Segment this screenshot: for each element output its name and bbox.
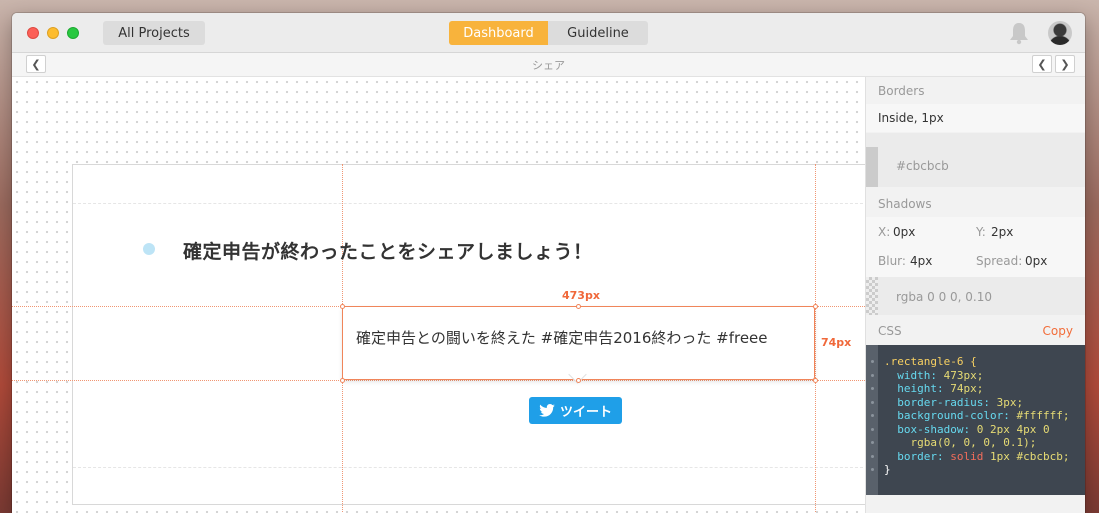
resize-handle[interactable] bbox=[576, 304, 581, 309]
code-line: background-color: #ffffff; bbox=[866, 409, 1085, 423]
code-line: rgba(0, 0, 0, 0.1); bbox=[866, 436, 1085, 450]
code-prop: height: bbox=[897, 382, 944, 395]
shadow-y-value[interactable]: 2px bbox=[991, 225, 1013, 239]
code-line: } bbox=[866, 463, 1085, 477]
view-switcher: Dashboard Guideline bbox=[449, 21, 648, 45]
shadows-header: Shadows bbox=[878, 197, 932, 211]
css-header: CSS bbox=[878, 324, 902, 338]
code-val: 3px; bbox=[996, 395, 1024, 409]
border-color-row: #cbcbcb bbox=[866, 133, 1085, 187]
tweet-text-box[interactable]: 確定申告との闘いを終えた #確定申告2016終わった #freee bbox=[342, 306, 815, 384]
tweet-button[interactable]: ツイート bbox=[529, 397, 622, 424]
shadow-blur-label: Blur: bbox=[878, 254, 906, 268]
shadow-spread-label: Spread: bbox=[976, 254, 1023, 268]
code-line: border-radius: 3px; bbox=[866, 396, 1085, 410]
borders-row: Inside, 1px bbox=[866, 104, 1085, 132]
code-val: #ffffff; bbox=[1016, 409, 1070, 422]
tweet-button-label: ツイート bbox=[559, 405, 612, 420]
border-color-value[interactable]: #cbcbcb bbox=[896, 159, 949, 173]
minimize-window-button[interactable] bbox=[47, 27, 59, 39]
resize-handle[interactable] bbox=[813, 378, 818, 383]
code-prop: background-color: bbox=[897, 409, 1010, 422]
shadow-y-label: Y: bbox=[976, 225, 986, 239]
shadow-color-row: rgba 0 0 0, 0.10 bbox=[866, 277, 1085, 315]
code-line: border: solid 1px #cbcbcb; bbox=[866, 450, 1085, 464]
css-code-block[interactable]: .rectangle-6 { width: 473px; height: 74p… bbox=[866, 345, 1085, 495]
artboard-title: シェア bbox=[532, 59, 565, 72]
copy-css-button[interactable]: Copy bbox=[1043, 324, 1073, 338]
code-val: 473px; bbox=[943, 368, 984, 382]
next-artboard-button[interactable]: ❯ bbox=[1055, 55, 1075, 73]
maximize-window-button[interactable] bbox=[67, 27, 79, 39]
code-selector: .rectangle-6 { bbox=[884, 355, 977, 368]
shadow-color-swatch bbox=[866, 277, 878, 315]
code-brace: } bbox=[884, 463, 891, 476]
design-canvas[interactable]: 確定申告が終わったことをシェアしましょう！ 473px 74px 確定申告との闘… bbox=[12, 77, 865, 513]
code-line: .rectangle-6 { bbox=[866, 355, 1085, 369]
title-bar: All Projects Dashboard Guideline bbox=[12, 13, 1085, 53]
code-val: 74px; bbox=[950, 382, 984, 395]
code-keyword: solid bbox=[950, 449, 984, 463]
resize-handle[interactable] bbox=[340, 304, 345, 309]
code-prop: border: bbox=[897, 449, 944, 463]
close-window-button[interactable] bbox=[27, 27, 39, 39]
width-measurement: 473px bbox=[562, 289, 600, 302]
chevron-right-icon: ❯ bbox=[1060, 57, 1070, 71]
divider bbox=[73, 467, 865, 468]
tweet-text: 確定申告との闘いを終えた #確定申告2016終わった #freee bbox=[356, 329, 768, 347]
chevron-left-icon: ❮ bbox=[1037, 57, 1047, 71]
guide-line bbox=[815, 164, 816, 513]
inspector-panel: Borders Inside, 1px #cbcbcb Shadows X: 0… bbox=[865, 77, 1085, 513]
borders-header: Borders bbox=[878, 84, 925, 98]
code-line: box-shadow: 0 2px 4px 0 bbox=[866, 423, 1085, 437]
code-line: height: 74px; bbox=[866, 382, 1085, 396]
shadow-color-value[interactable]: rgba 0 0 0, 0.10 bbox=[896, 290, 992, 304]
shadow-blur-value[interactable]: 4px bbox=[910, 254, 932, 268]
tab-guideline[interactable]: Guideline bbox=[548, 21, 648, 45]
twitter-bird-icon bbox=[539, 404, 555, 417]
border-color-swatch bbox=[866, 147, 878, 187]
code-val: rgba(0, 0, 0, 0.1); bbox=[910, 436, 1037, 449]
guide-line bbox=[12, 380, 865, 381]
resize-handle[interactable] bbox=[576, 378, 581, 383]
code-line: width: 473px; bbox=[866, 369, 1085, 383]
share-headline[interactable]: 確定申告が終わったことをシェアしましょう！ bbox=[183, 237, 593, 264]
shadow-spread-value[interactable]: 0px bbox=[1025, 254, 1047, 268]
code-val: 1px #cbcbcb; bbox=[989, 449, 1070, 463]
height-measurement: 74px bbox=[821, 336, 852, 349]
artboard-nav-bar: ❮ シェア ❮ ❯ bbox=[12, 53, 1085, 77]
all-projects-button[interactable]: All Projects bbox=[103, 21, 205, 45]
avatar[interactable] bbox=[1048, 21, 1072, 45]
code-prop: width: bbox=[897, 368, 937, 382]
borders-value[interactable]: Inside, 1px bbox=[878, 111, 944, 125]
shadow-x-label: X: bbox=[878, 225, 891, 239]
headline-bullet bbox=[143, 243, 155, 255]
code-prop: border-radius: bbox=[897, 395, 990, 409]
code-val: 0 2px 4px 0 bbox=[976, 422, 1050, 436]
divider bbox=[73, 203, 865, 204]
shadow-x-value[interactable]: 0px bbox=[893, 225, 915, 239]
code-prop: box-shadow: bbox=[897, 422, 971, 436]
bell-icon[interactable] bbox=[1008, 21, 1030, 45]
shadow-params: X: 0px Y: 2px Blur: 4px Spread: 0px bbox=[866, 217, 1085, 277]
app-window: All Projects Dashboard Guideline ❮ シェア ❮… bbox=[12, 13, 1085, 513]
prev-artboard-button[interactable]: ❮ bbox=[1032, 55, 1052, 73]
resize-handle[interactable] bbox=[340, 378, 345, 383]
resize-handle[interactable] bbox=[813, 304, 818, 309]
tab-dashboard[interactable]: Dashboard bbox=[449, 21, 548, 45]
